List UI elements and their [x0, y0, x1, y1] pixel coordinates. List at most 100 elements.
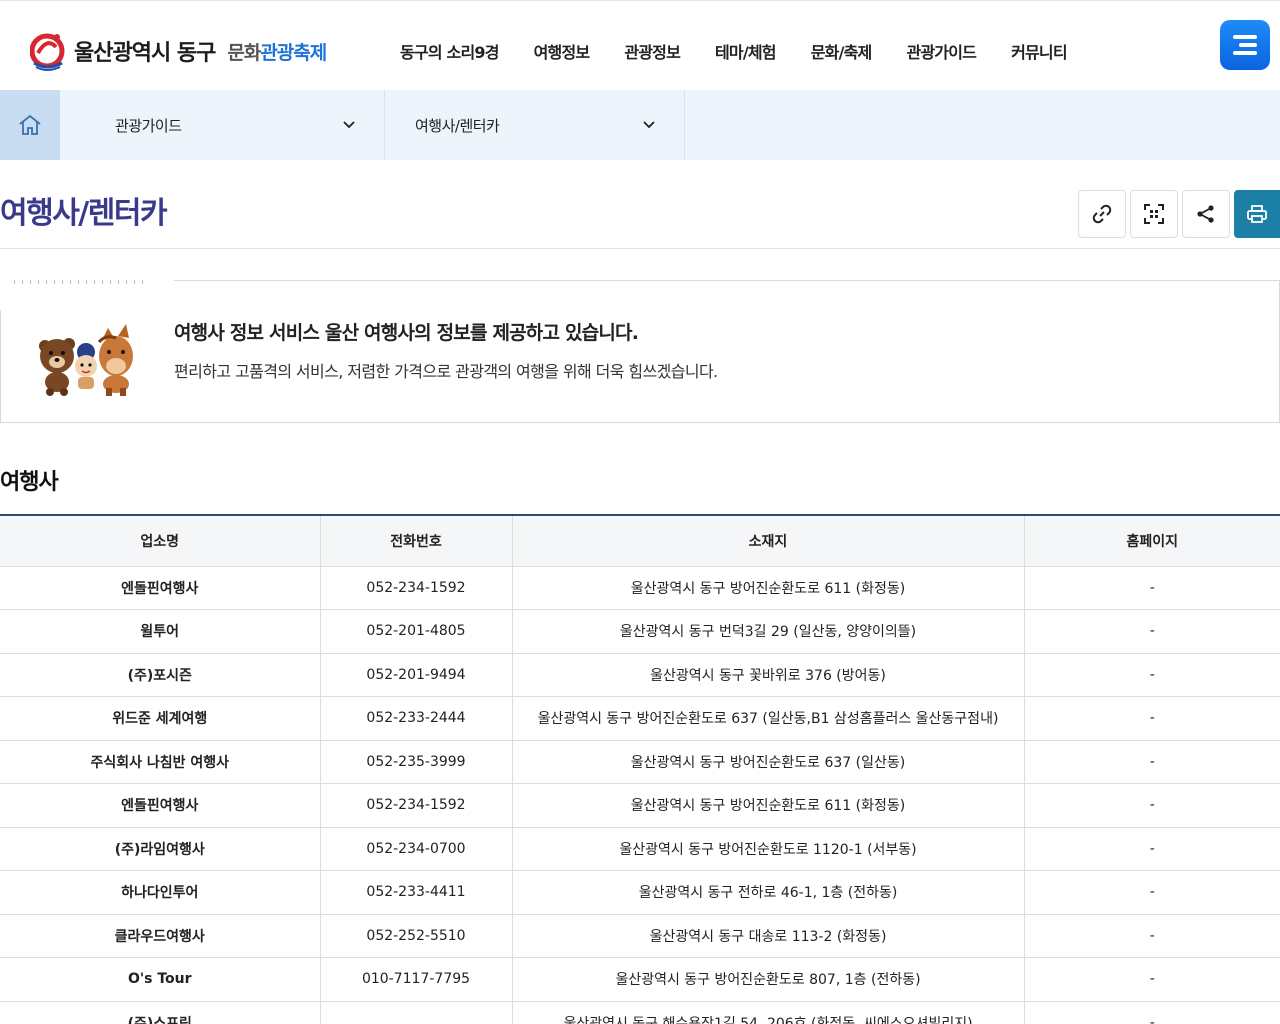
logo-subtitle-b: 관광축제: [260, 41, 327, 64]
breadcrumb-select-level1[interactable]: 관광가이드: [60, 90, 385, 160]
cell-homepage: -: [1024, 957, 1280, 1002]
cell-homepage: -: [1024, 1001, 1280, 1024]
nav-theme[interactable]: 테마/체험: [715, 39, 777, 63]
cell-name: (주)라임여행사: [0, 827, 321, 871]
qr-code-button[interactable]: [1130, 190, 1178, 238]
page-tools: [1078, 190, 1280, 238]
cell-homepage: -: [1024, 609, 1280, 654]
cell-phone: 052-201-9494: [320, 653, 513, 697]
hamburger-icon: [1239, 43, 1257, 47]
nav-guide[interactable]: 관광가이드: [906, 39, 976, 63]
cell-phone: 052-235-3999: [320, 740, 513, 784]
table-row: 클라우드여행사 052-252-5510 울산광역시 동구 대송로 113-2 …: [0, 914, 1280, 958]
cell-address: 울산광역시 동구 방어진순환도로 611 (화정동): [512, 783, 1025, 828]
section-title: 여행사: [0, 470, 59, 495]
cell-phone: 052-234-0700: [320, 827, 513, 871]
chevron-down-icon: [343, 121, 355, 129]
table-row: 주식회사 나침반 여행사 052-235-3999 울산광역시 동구 방어진순환…: [0, 740, 1280, 784]
logo-emblem-icon: [29, 31, 66, 71]
cell-phone: 010-7117-7795: [320, 957, 513, 1002]
table-row: 하나다인투어 052-233-4411 울산광역시 동구 전하로 46-1, 1…: [0, 870, 1280, 915]
hamburger-menu-button[interactable]: [1220, 20, 1270, 70]
table-header-row: 업소명 전화번호 소재지 홈페이지: [0, 514, 1280, 567]
logo-subtitle: 문화관광축제: [227, 38, 327, 65]
intro-heading: 여행사 정보 서비스 울산 여행사의 정보를 제공하고 있습니다.: [174, 322, 639, 344]
table-row: 엔돌핀여행사 052-234-1592 울산광역시 동구 방어진순환도로 611…: [0, 566, 1280, 610]
chevron-down-icon: [643, 121, 655, 129]
cell-homepage: -: [1024, 566, 1280, 610]
cell-homepage: -: [1024, 696, 1280, 741]
cell-name: 위드준 세계여행: [0, 696, 321, 741]
hamburger-icon: [1233, 51, 1257, 55]
cell-phone: 052-233-2444: [320, 696, 513, 741]
cell-name: 윌투어: [0, 609, 321, 654]
cell-address: 울산광역시 동구 대송로 113-2 (화정동): [512, 914, 1025, 958]
intro-box: 여행사 정보 서비스 울산 여행사의 정보를 제공하고 있습니다. 편리하고 고…: [0, 280, 1280, 423]
cell-phone: 052-201-4805: [320, 609, 513, 654]
table-row: (주)포시즌 052-201-9494 울산광역시 동구 꽃바위로 376 (방…: [0, 653, 1280, 697]
cell-address: 울산광역시 동구 방어진순환도로 807, 1층 (전하동): [512, 957, 1025, 1002]
intro-text: 편리하고 고품격의 서비스, 저렴한 가격으로 관광객의 여행을 위해 더욱 힘…: [174, 362, 718, 381]
cell-address: 울산광역시 동구 방어진순환도로 1120-1 (서부동): [512, 827, 1025, 871]
site-logo[interactable]: 울산광역시 동구 문화관광축제: [29, 29, 327, 73]
share-icon: [1197, 205, 1214, 223]
cell-homepage: -: [1024, 783, 1280, 828]
cell-phone: 052-234-1592: [320, 566, 513, 610]
cell-name: (주)포시즌: [0, 653, 321, 697]
link-icon: [1092, 204, 1112, 224]
cell-address: 울산광역시 동구 전하로 46-1, 1층 (전하동): [512, 870, 1025, 915]
share-button[interactable]: [1182, 190, 1230, 238]
cell-address: 울산광역시 동구 꽃바위로 376 (방어동): [512, 653, 1025, 697]
column-header-name: 업소명: [0, 514, 321, 567]
logo-title: 울산광역시 동구: [74, 41, 216, 66]
cell-address: 울산광역시 동구 해수욕장1길 54, 206호 (화정동, 씨에스오셔빌리지): [512, 1001, 1025, 1024]
cell-address: 울산광역시 동구 방어진순환도로 637 (일산동): [512, 740, 1025, 784]
nav-tour-info[interactable]: 관광정보: [624, 39, 680, 63]
hamburger-icon: [1233, 35, 1257, 39]
cell-phone: 052-233-4411: [320, 870, 513, 915]
site-header: 울산광역시 동구 문화관광축제 동구의 소리9경 여행정보 관광정보 테마/체험…: [0, 0, 1280, 90]
cell-address: 울산광역시 동구 번덕3길 29 (일산동, 양양이의뜰): [512, 609, 1025, 654]
cell-name: O's Tour: [0, 957, 321, 1002]
cell-name: 엔돌핀여행사: [0, 566, 321, 610]
cell-address: 울산광역시 동구 방어진순환도로 611 (화정동): [512, 566, 1025, 610]
cell-homepage: -: [1024, 870, 1280, 915]
cell-phone: 052-252-5510: [320, 914, 513, 958]
intro-dots-decoration: [14, 280, 146, 284]
main-nav: 동구의 소리9경 여행정보 관광정보 테마/체험 문화/축제 관광가이드 커뮤니…: [400, 39, 1102, 63]
travel-agency-table: 업소명 전화번호 소재지 홈페이지 엔돌핀여행사 052-234-1592 울산…: [0, 514, 1280, 1024]
cell-address: 울산광역시 동구 방어진순환도로 637 (일산동,B1 삼성홈플러스 울산동구…: [512, 696, 1025, 741]
page-title: 여행사/렌터카: [0, 196, 168, 231]
printer-icon: [1247, 205, 1267, 223]
print-button[interactable]: [1234, 190, 1280, 238]
home-button[interactable]: [0, 90, 60, 160]
cell-homepage: -: [1024, 653, 1280, 697]
breadcrumb-select-level2[interactable]: 여행사/렌터카: [385, 90, 685, 160]
nav-travel-info[interactable]: 여행정보: [534, 39, 590, 63]
table-row: (주)스프링 울산광역시 동구 해수욕장1길 54, 206호 (화정동, 씨에…: [0, 1001, 1280, 1024]
nav-sori9[interactable]: 동구의 소리9경: [400, 39, 499, 63]
nav-community[interactable]: 커뮤니티: [1011, 39, 1067, 63]
cell-name: 하나다인투어: [0, 870, 321, 915]
table-row: 윌투어 052-201-4805 울산광역시 동구 번덕3길 29 (일산동, …: [0, 609, 1280, 654]
nav-culture[interactable]: 문화/축제: [811, 39, 873, 63]
cell-name: (주)스프링: [0, 1001, 321, 1024]
table-row: 위드준 세계여행 052-233-2444 울산광역시 동구 방어진순환도로 6…: [0, 696, 1280, 741]
table-row: (주)라임여행사 052-234-0700 울산광역시 동구 방어진순환도로 1…: [0, 827, 1280, 871]
copy-link-button[interactable]: [1078, 190, 1126, 238]
title-divider: [0, 248, 1280, 249]
breadcrumb-level1-label: 관광가이드: [115, 116, 182, 135]
breadcrumb-level2-label: 여행사/렌터카: [415, 116, 500, 135]
column-header-address: 소재지: [512, 514, 1025, 567]
table-row: O's Tour 010-7117-7795 울산광역시 동구 방어진순환도로 …: [0, 957, 1280, 1002]
breadcrumb: 관광가이드 여행사/렌터카: [0, 90, 1280, 160]
logo-subtitle-a: 문화: [227, 41, 261, 64]
cell-name: 클라우드여행사: [0, 914, 321, 958]
table-row: 엔돌핀여행사 052-234-1592 울산광역시 동구 방어진순환도로 611…: [0, 783, 1280, 828]
home-icon: [19, 114, 41, 135]
column-header-homepage: 홈페이지: [1024, 514, 1280, 567]
mascot-illustration: [39, 324, 133, 396]
cell-phone: 052-234-1592: [320, 783, 513, 828]
cell-homepage: -: [1024, 914, 1280, 958]
intro-top-border: [174, 280, 1280, 281]
